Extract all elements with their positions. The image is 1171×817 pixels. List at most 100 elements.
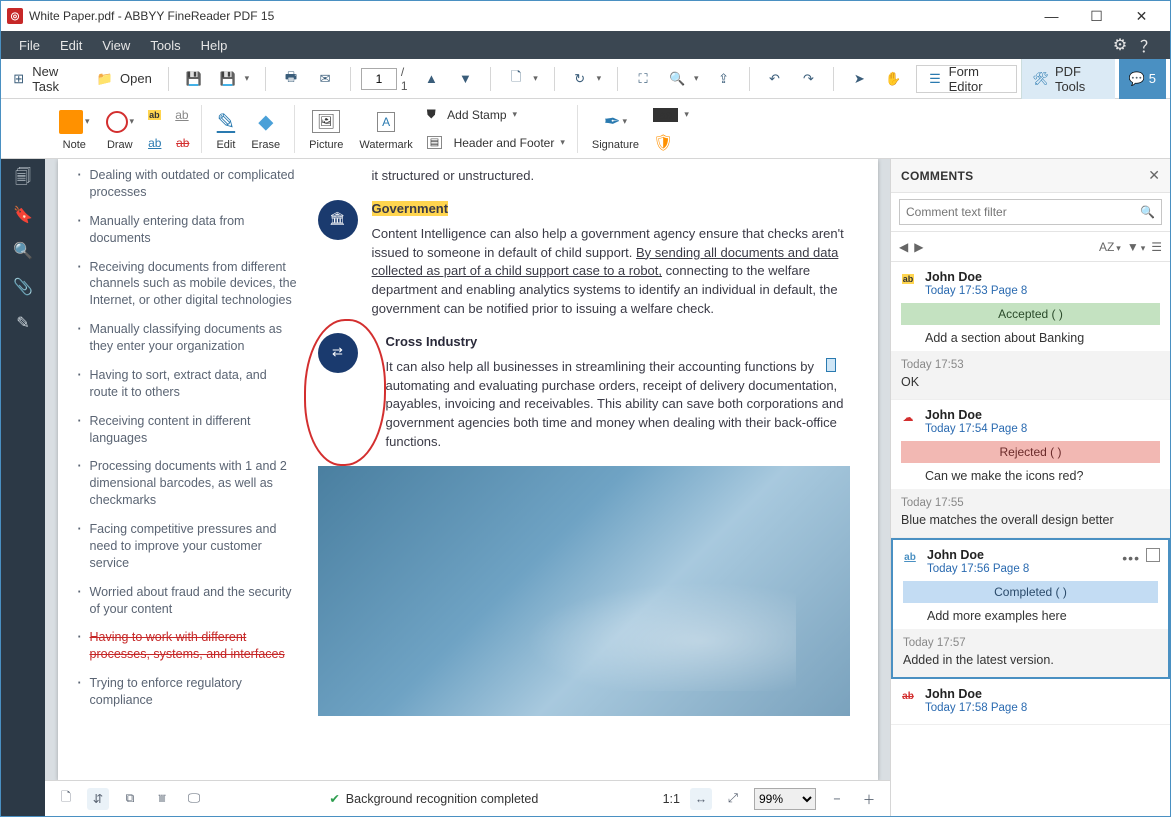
minimize-button[interactable]: ―: [1029, 2, 1074, 30]
underline-icon[interactable]: ab: [175, 108, 188, 122]
comment-menu-icon[interactable]: •••: [1122, 550, 1140, 566]
reply-meta: Today 17:53: [901, 359, 1160, 371]
watermark-tool[interactable]: AWatermark: [353, 107, 418, 151]
cross-industry-icon: ⇄: [318, 333, 358, 373]
zoom-in-button[interactable]: ＋: [858, 788, 880, 810]
redo-button[interactable]: ↷: [793, 64, 823, 94]
document-scroll[interactable]: Dealing with outdated or complicated pro…: [45, 159, 890, 780]
rotate-button[interactable]: ↻▾: [565, 64, 608, 94]
prev-comment-icon[interactable]: ◀: [899, 240, 908, 254]
comment-filter-field[interactable]: 🔍: [899, 199, 1162, 225]
pointer-button[interactable]: ➤: [844, 64, 874, 94]
draw-tool[interactable]: ▾Draw: [100, 107, 141, 151]
underline-blue-icon[interactable]: ab: [148, 136, 161, 150]
comment-text: Can we make the icons red?: [925, 469, 1160, 483]
export-button[interactable]: ⇪: [709, 64, 739, 94]
protect-button[interactable]: 🛡: [653, 130, 689, 156]
layout-button[interactable]: ☰: [1151, 240, 1162, 254]
pages-tab-icon[interactable]: 🗐: [11, 167, 35, 191]
edit-icon: ✎: [217, 109, 235, 135]
add-page-button[interactable]: 🗋▾: [501, 64, 544, 94]
menu-view[interactable]: View: [92, 31, 140, 59]
next-page-button[interactable]: ▼: [450, 64, 480, 94]
continuous-view-icon[interactable]: ⇵: [87, 788, 109, 810]
comments-toggle-button[interactable]: 💬5: [1119, 59, 1166, 99]
note-label: Note: [63, 139, 86, 151]
close-button[interactable]: ✕: [1119, 2, 1164, 30]
erase-tool[interactable]: ⬥Erase: [245, 107, 286, 151]
comment-checkbox[interactable]: [1146, 548, 1160, 562]
comment-item[interactable]: abJohn DoeToday 17:58 Page 8: [891, 679, 1170, 725]
save-as-button[interactable]: 💾▾: [213, 64, 256, 94]
signatures-tab-icon[interactable]: ✎: [11, 311, 35, 335]
comment-item[interactable]: ☁John DoeToday 17:54 Page 8Rejected ( )C…: [891, 400, 1170, 538]
print-button[interactable]: 🖶: [276, 64, 306, 94]
picture-label: Picture: [309, 139, 343, 151]
undo-button[interactable]: ↶: [759, 64, 789, 94]
menu-edit[interactable]: Edit: [50, 31, 92, 59]
search-tab-icon[interactable]: 🔍: [11, 239, 35, 263]
comment-status: Rejected ( ): [901, 441, 1160, 463]
form-editor-button[interactable]: ☰Form Editor: [916, 65, 1017, 93]
save-button[interactable]: 💾: [179, 64, 209, 94]
bookmarks-tab-icon[interactable]: 🔖: [11, 203, 35, 227]
new-task-button[interactable]: ⊞New Task: [5, 64, 86, 94]
stamp-label: Add Stamp: [447, 108, 506, 122]
highlight-icon[interactable]: ab: [148, 110, 161, 120]
menu-file[interactable]: File: [9, 31, 50, 59]
menu-help[interactable]: Help: [191, 31, 238, 59]
sort-label: AZ: [1099, 240, 1114, 254]
fit-page-icon[interactable]: ⤢: [722, 788, 744, 810]
comment-status: Completed ( ): [903, 581, 1158, 603]
single-page-view-icon[interactable]: 🗋: [55, 788, 77, 810]
signature-label: Signature: [592, 139, 639, 151]
hand-button[interactable]: ✋: [878, 64, 908, 94]
comments-icon: 💬: [1129, 71, 1145, 87]
search-icon[interactable]: 🔍: [1140, 205, 1155, 219]
open-button[interactable]: 📁Open: [90, 64, 158, 94]
comments-list[interactable]: abJohn DoeToday 17:53 Page 8Accepted ( )…: [891, 262, 1170, 816]
crop-button[interactable]: ⛶: [628, 64, 658, 94]
comments-close-icon[interactable]: ✕: [1148, 167, 1160, 184]
zoom-out-button[interactable]: −: [826, 788, 848, 810]
fullscreen-view-icon[interactable]: 🖵: [183, 788, 205, 810]
sort-button[interactable]: AZ▾: [1099, 240, 1121, 254]
comment-type-icon: ab: [899, 270, 917, 288]
next-comment-icon[interactable]: ▶: [914, 240, 923, 254]
redact-icon: aa: [653, 108, 678, 122]
note-tool[interactable]: ▾Note: [53, 107, 96, 151]
strike-icon[interactable]: ab: [176, 136, 189, 150]
zoom-select[interactable]: 99%: [754, 788, 816, 810]
maximize-button[interactable]: ☐: [1074, 2, 1119, 30]
comment-item[interactable]: abJohn DoeToday 17:53 Page 8Accepted ( )…: [891, 262, 1170, 400]
comment-item[interactable]: abJohn DoeToday 17:56 Page 8•••Completed…: [891, 538, 1170, 679]
help-icon[interactable]: ？: [1134, 33, 1162, 57]
attachments-tab-icon[interactable]: 📎: [11, 275, 35, 299]
pointer-icon: ➤: [850, 70, 868, 88]
email-button[interactable]: ✉: [310, 64, 340, 94]
email-icon: ✉: [316, 70, 334, 88]
signature-tool[interactable]: ✒▾Signature: [586, 107, 645, 151]
add-stamp-button[interactable]: ⛊ Add Stamp▾: [427, 102, 565, 128]
two-page-continuous-icon[interactable]: ⩸: [151, 788, 173, 810]
menu-tools[interactable]: Tools: [140, 31, 190, 59]
filter-button[interactable]: ▼▾: [1127, 240, 1145, 254]
prev-page-button[interactable]: ▲: [416, 64, 446, 94]
two-page-view-icon[interactable]: ⧉: [119, 788, 141, 810]
pdf-tools-button[interactable]: 🛠PDF Tools: [1021, 59, 1114, 99]
comment-author: John Doe: [925, 270, 1160, 284]
settings-icon[interactable]: ⚙: [1106, 35, 1134, 55]
redact-button[interactable]: aa▾: [653, 102, 689, 128]
fit-width-icon[interactable]: ↔: [690, 788, 712, 810]
comment-filter-input[interactable]: [906, 205, 1140, 219]
bullet-item: Trying to enforce regulatory compliance: [78, 675, 298, 709]
menu-bar: File Edit View Tools Help ⚙ ？: [1, 31, 1170, 59]
edit-tool[interactable]: ✎Edit: [210, 107, 241, 151]
form-editor-label: Form Editor: [949, 64, 1007, 94]
ocr-button[interactable]: 🔍▾: [662, 64, 705, 94]
header-footer-button[interactable]: ▤ Header and Footer▾: [427, 130, 565, 156]
picture-tool[interactable]: 🖼Picture: [303, 107, 349, 151]
page-number-input[interactable]: [361, 68, 397, 90]
page-body: it structured or unstructured. 🏛 Governm…: [318, 167, 850, 760]
folder-icon: 📁: [96, 70, 114, 88]
